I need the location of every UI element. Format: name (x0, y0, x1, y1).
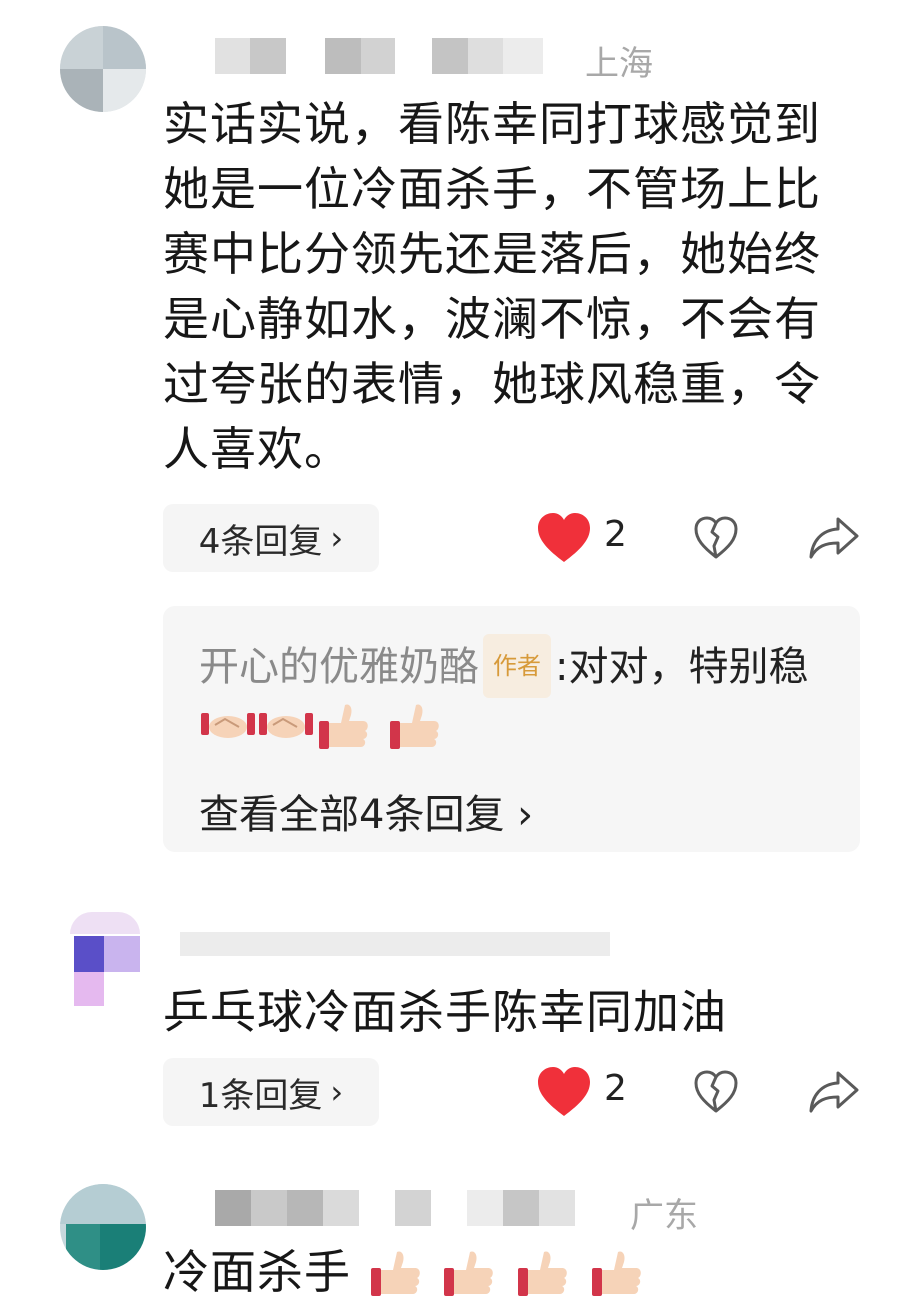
blurred-time (468, 38, 503, 74)
handshake-emoji-icon (257, 701, 315, 751)
view-all-label: 查看全部4条回复 (199, 792, 505, 838)
view-all-replies-link[interactable]: 查看全部4条回复 › (199, 782, 533, 840)
blurred-username (287, 1190, 323, 1226)
heart-icon[interactable] (536, 1066, 592, 1118)
blurred-time (503, 38, 543, 74)
blurred-time (539, 1190, 575, 1226)
thumbs-up-emoji-icon (386, 701, 444, 751)
like-count: 2 (604, 514, 627, 555)
blurred-username (323, 1190, 359, 1226)
reply-preview[interactable]: 开心的优雅奶酪 作者:对对，特别稳 查看全部4条回复 › (163, 606, 860, 852)
reply-text: :对对，特别稳 (555, 644, 809, 690)
comment-location: 上海 (585, 44, 653, 84)
author-badge: 作者 (483, 634, 551, 698)
share-icon[interactable] (808, 1069, 860, 1115)
comment-text: 冷面杀手 (163, 1240, 843, 1305)
avatar[interactable] (60, 26, 146, 112)
share-icon[interactable] (808, 515, 860, 561)
blurred-time (432, 38, 468, 74)
reply-content: 开心的优雅奶酪 作者:对对，特别稳 (199, 634, 839, 758)
blurred-username (215, 38, 250, 74)
thumbs-up-emoji-icon (315, 701, 373, 751)
blurred-time (395, 1190, 431, 1226)
like-count: 2 (604, 1068, 627, 1109)
replies-button[interactable]: 4条回复 › (163, 504, 379, 572)
replies-button[interactable]: 1条回复 › (163, 1058, 379, 1126)
avatar[interactable] (60, 912, 146, 1008)
blurred-username (251, 1190, 287, 1226)
chevron-right-icon: › (517, 792, 534, 838)
blurred-username (215, 1190, 251, 1226)
replies-label: 1条回复 (198, 1075, 323, 1116)
comment-text: 乒乓球冷面杀手陈幸同加油 (163, 985, 727, 1039)
replies-label: 4条回复 (198, 521, 323, 562)
avatar[interactable] (60, 1184, 146, 1270)
chevron-right-icon: › (330, 519, 344, 557)
comment-location: 广东 (630, 1196, 698, 1236)
comment-text: 实话实说，看陈幸同打球感觉到她是一位冷面杀手，不管场上比赛中比分领先还是落后，她… (163, 97, 821, 476)
blurred-username (361, 38, 395, 74)
handshake-emoji-icon (199, 701, 257, 751)
blurred-username (250, 38, 286, 74)
chevron-right-icon: › (330, 1073, 344, 1111)
blurred-username (325, 38, 361, 74)
blurred-time (503, 1190, 539, 1226)
broken-heart-icon[interactable] (693, 515, 739, 561)
heart-icon[interactable] (536, 512, 592, 564)
blurred-username (180, 932, 610, 956)
broken-heart-icon[interactable] (693, 1069, 739, 1115)
blurred-time (467, 1190, 503, 1226)
reply-author[interactable]: 开心的优雅奶酪 (199, 644, 479, 690)
